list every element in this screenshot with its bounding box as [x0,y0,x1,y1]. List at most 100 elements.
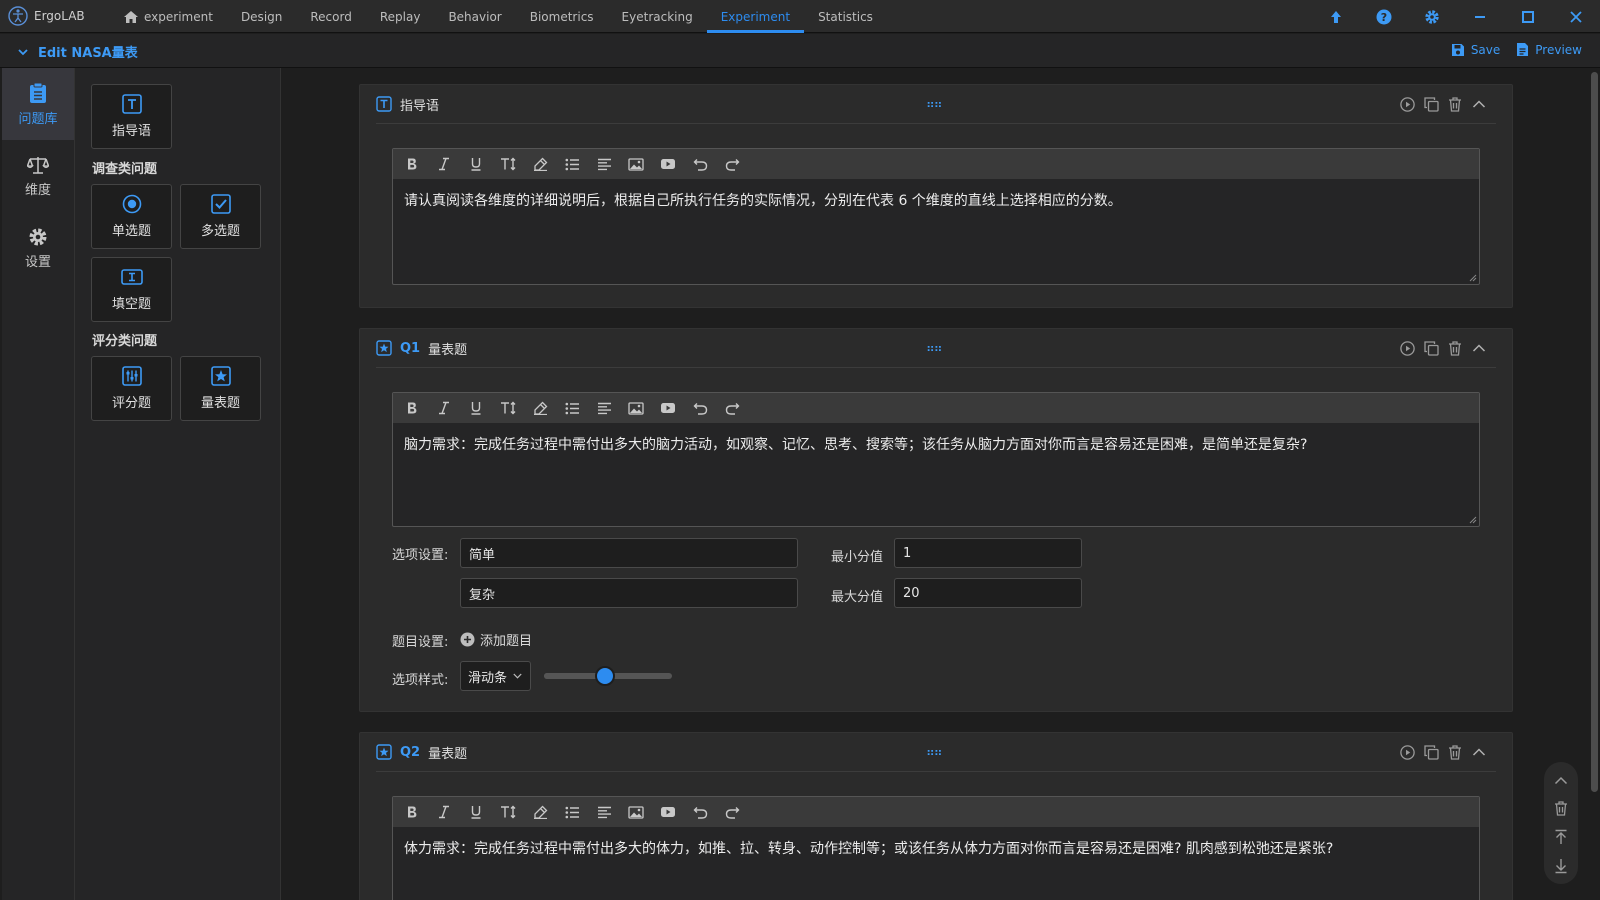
image-icon [628,157,644,171]
redo-button[interactable] [723,155,741,173]
move-up-button[interactable] [1551,770,1571,790]
nav-tab-design[interactable]: Design [227,0,296,33]
nav-tab-behavior[interactable]: Behavior [434,0,515,33]
copy-button[interactable] [1422,95,1440,113]
scrollbar-thumb[interactable] [1591,72,1598,792]
rich-text-editor[interactable]: 脑力需求：完成任务过程中需付出多大的脑力活动，如观察、记忆、思考、搜索等；该任务… [392,392,1480,527]
bullet-list-button[interactable] [563,155,581,173]
drag-handle-icon[interactable]: ⠶⠶ [926,341,943,355]
nav-tab-replay[interactable]: Replay [366,0,435,33]
collapse-button[interactable] [1470,743,1488,761]
rich-text-editor[interactable]: 体力需求：完成任务过程中需付出多大的体力，如推、拉、转身、动作控制等；或该任务从… [392,796,1480,900]
underline-button[interactable] [467,803,485,821]
scroll-top-button[interactable] [1551,827,1571,847]
drag-handle-icon[interactable]: ⠶⠶ [926,745,943,759]
copy-button[interactable] [1422,743,1440,761]
insert-image-button[interactable] [627,803,645,821]
drag-handle-icon[interactable]: ⠶⠶ [926,97,943,111]
insert-video-button[interactable] [659,399,677,417]
delete-button[interactable] [1446,743,1464,761]
palette-fill-blank-button[interactable]: 填空题 [91,257,172,322]
delete-button[interactable] [1446,339,1464,357]
undo-button[interactable] [691,399,709,417]
upload-button[interactable] [1312,0,1360,33]
copy-button[interactable] [1422,339,1440,357]
align-button[interactable] [595,399,613,417]
bold-button[interactable] [403,399,421,417]
add-item-button[interactable]: 添加题目 [460,630,532,649]
min-score-input[interactable]: 1 [894,538,1082,568]
slider-handle[interactable] [595,666,616,686]
insert-video-button[interactable] [659,803,677,821]
score-slider[interactable] [544,666,672,686]
delete-button[interactable] [1446,95,1464,113]
max-score-input[interactable]: 20 [894,578,1082,608]
text-height-icon [501,157,516,171]
highlight-button[interactable] [531,803,549,821]
play-button[interactable] [1398,743,1416,761]
font-size-button[interactable] [499,155,517,173]
maximize-button[interactable] [1504,0,1552,33]
leftnav-item-question-bank[interactable]: 问题库 [2,68,74,140]
palette-guide-button[interactable]: 指导语 [91,84,172,149]
editor-content[interactable]: 体力需求：完成任务过程中需付出多大的体力，如推、拉、转身、动作控制等；或该任务从… [393,827,1479,871]
font-size-button[interactable] [499,803,517,821]
editor-content[interactable]: 脑力需求：完成任务过程中需付出多大的脑力活动，如观察、记忆、思考、搜索等；该任务… [393,423,1479,467]
italic-button[interactable] [435,399,453,417]
float-delete-button[interactable] [1551,799,1571,819]
palette-rating-button[interactable]: 评分题 [91,356,172,421]
italic-button[interactable] [435,803,453,821]
insert-video-button[interactable] [659,155,677,173]
nav-tab-statistics[interactable]: Statistics [804,0,887,33]
collapse-button[interactable] [1470,339,1488,357]
nav-tab-biometrics[interactable]: Biometrics [516,0,608,33]
bold-button[interactable] [403,803,421,821]
font-size-button[interactable] [499,399,517,417]
redo-button[interactable] [723,399,741,417]
resize-grip-icon[interactable] [1469,274,1477,282]
minimize-button[interactable] [1456,0,1504,33]
nav-tab-record[interactable]: Record [296,0,365,33]
main-scrollbar[interactable] [1589,68,1600,900]
bullet-list-button[interactable] [563,803,581,821]
option-input-1[interactable]: 简单 [460,538,798,568]
palette-multi-choice-button[interactable]: 多选题 [180,184,261,249]
align-button[interactable] [595,803,613,821]
redo-button[interactable] [723,803,741,821]
style-select[interactable]: 滑动条 [460,661,531,691]
align-button[interactable] [595,155,613,173]
collapse-button[interactable] [1470,95,1488,113]
highlight-button[interactable] [531,155,549,173]
palette-scale-button[interactable]: 量表题 [180,356,261,421]
preview-button[interactable]: Preview [1516,42,1582,57]
nav-project[interactable]: experiment [109,0,227,33]
highlight-button[interactable] [531,399,549,417]
leftnav-item-dimension[interactable]: 维度 [2,140,74,212]
close-button[interactable] [1552,0,1600,33]
bullet-list-button[interactable] [563,399,581,417]
underline-button[interactable] [467,155,485,173]
insert-image-button[interactable] [627,399,645,417]
save-button[interactable]: Save [1451,42,1500,57]
list-icon [565,806,579,818]
underline-button[interactable] [467,399,485,417]
italic-button[interactable] [435,155,453,173]
help-button[interactable]: ? [1360,0,1408,33]
bold-button[interactable] [403,155,421,173]
undo-button[interactable] [691,803,709,821]
resize-grip-icon[interactable] [1469,516,1477,524]
editor-content[interactable]: 请认真阅读各维度的详细说明后，根据自己所执行任务的实际情况，分别在代表 6 个维… [393,179,1479,223]
undo-button[interactable] [691,155,709,173]
insert-image-button[interactable] [627,155,645,173]
settings-button[interactable] [1408,0,1456,33]
play-button[interactable] [1398,95,1416,113]
nav-tab-experiment[interactable]: Experiment [706,0,805,33]
nav-tab-eyetracking[interactable]: Eyetracking [608,0,707,33]
scroll-bottom-button[interactable] [1551,856,1571,876]
play-button[interactable] [1398,339,1416,357]
leftnav-item-settings[interactable]: 设置 [2,212,74,284]
palette-single-choice-button[interactable]: 单选题 [91,184,172,249]
rich-text-editor[interactable]: 请认真阅读各维度的详细说明后，根据自己所执行任务的实际情况，分别在代表 6 个维… [392,148,1480,285]
chevron-down-icon[interactable] [18,47,28,57]
option-input-2[interactable]: 复杂 [460,578,798,608]
